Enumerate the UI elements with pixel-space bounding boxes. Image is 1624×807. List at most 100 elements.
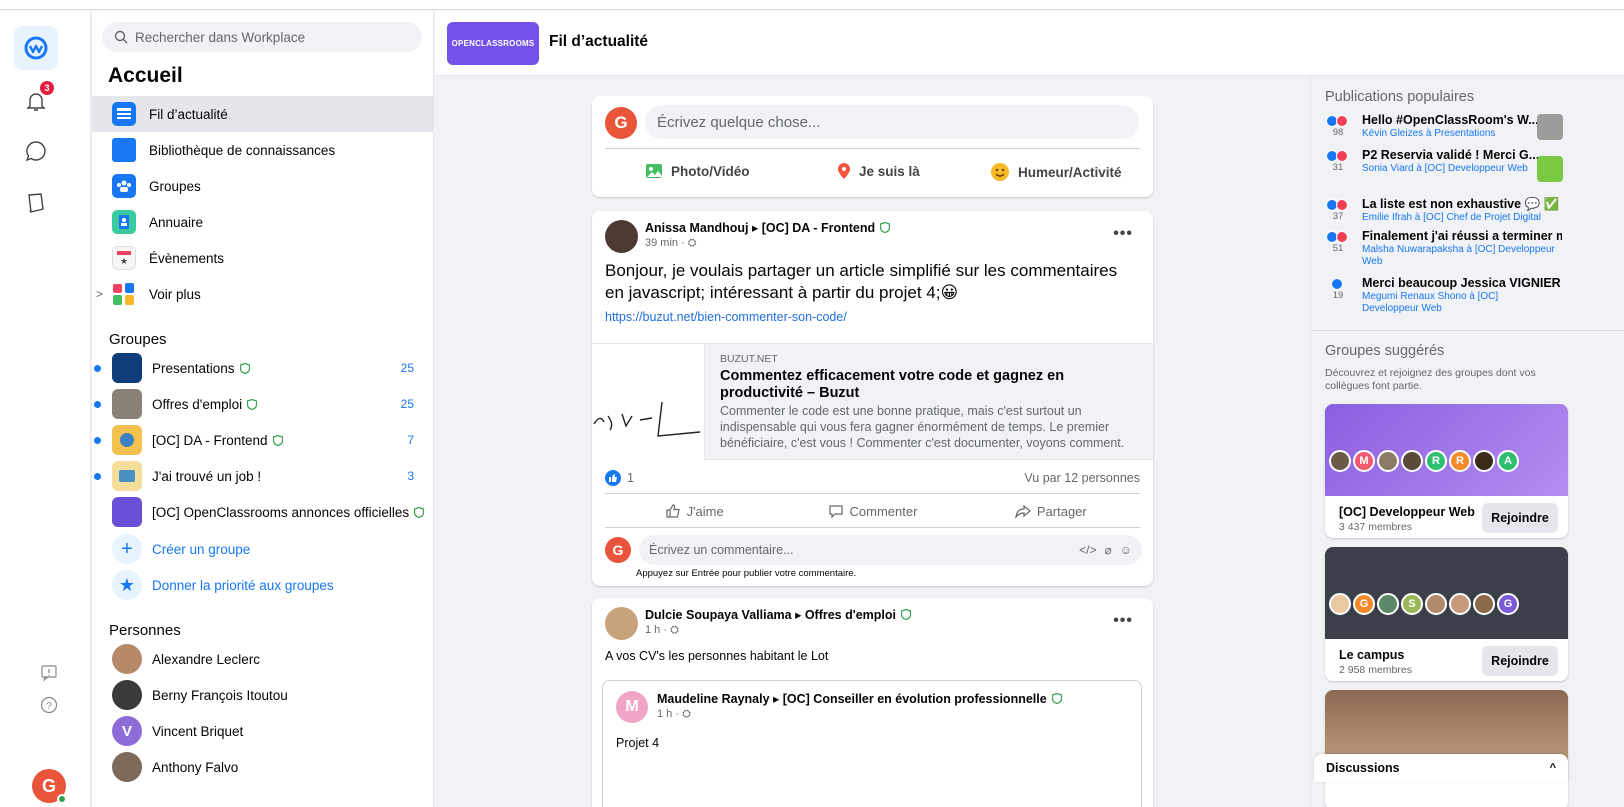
like-reaction-icon bbox=[1331, 278, 1343, 290]
shared-author-avatar[interactable]: M bbox=[616, 691, 648, 723]
suggested-group-card[interactable]: G S G Le campus 2 958 membres Rejoindre bbox=[1325, 547, 1568, 681]
member-avatar: G bbox=[1353, 593, 1375, 615]
post-text: A vos CV's les personnes habitant le Lot bbox=[605, 649, 829, 663]
reaction-summary: 51 bbox=[1325, 231, 1351, 254]
workplace-logo-icon[interactable] bbox=[14, 26, 58, 70]
groups-icon bbox=[112, 174, 136, 198]
like-button[interactable]: J'aime bbox=[605, 495, 783, 527]
post-author[interactable]: Dulcie Soupaya Valliama ▸ Offres d'emplo… bbox=[645, 607, 911, 622]
divider bbox=[605, 148, 1140, 149]
attachment-icon[interactable]: ⌀ bbox=[1105, 543, 1112, 557]
group-member-count: 3 437 membres bbox=[1339, 521, 1412, 533]
like-count[interactable]: 1 bbox=[627, 471, 634, 485]
person-item[interactable]: V Vincent Briquet bbox=[92, 713, 434, 749]
comment-button[interactable]: Commenter bbox=[783, 495, 961, 527]
chat-bubble-icon[interactable] bbox=[14, 129, 58, 173]
group-item-official-announcements[interactable]: [OC] OpenClassrooms annonces officielles bbox=[92, 494, 434, 530]
group-item-job-offers[interactable]: Offres d'emploi 25 bbox=[92, 386, 434, 422]
link-preview[interactable]: BUZUT.NET Commentez efficacement votre c… bbox=[592, 343, 1153, 461]
post-thumbnail[interactable] bbox=[1537, 114, 1563, 140]
post-time-text: 1 h · bbox=[645, 624, 671, 636]
post-author-text: Dulcie Soupaya Valliama ▸ Offres d'emplo… bbox=[645, 608, 896, 622]
reaction-summary: 37 bbox=[1325, 199, 1351, 222]
post-timestamp[interactable]: 39 min · ⛭ bbox=[645, 237, 890, 250]
person-item[interactable]: Berny François Itoutou bbox=[92, 677, 434, 713]
composer-input[interactable]: Écrivez quelque chose... bbox=[645, 105, 1139, 139]
check-in-button[interactable]: Je suis là bbox=[837, 162, 920, 180]
photo-video-button[interactable]: Photo/Vidéo bbox=[645, 162, 750, 180]
person-item[interactable]: Alexandre Leclerc bbox=[92, 641, 434, 677]
love-reaction-icon bbox=[1336, 150, 1348, 162]
shared-post-author[interactable]: Maudeline Raynaly ▸ [OC] Conseiller en é… bbox=[657, 691, 1062, 706]
shared-post[interactable]: M Maudeline Raynaly ▸ [OC] Conseiller en… bbox=[602, 680, 1142, 807]
popular-post-item[interactable]: 51 Finalement j'ai réussi a terminer m..… bbox=[1325, 229, 1569, 269]
shared-author-initial: M bbox=[625, 698, 639, 715]
post-timestamp[interactable]: 1 h · ⛭ bbox=[645, 624, 911, 637]
emoji-icon[interactable]: ☺ bbox=[1120, 543, 1132, 557]
like-reaction-icon[interactable] bbox=[605, 470, 621, 486]
link-preview-domain: BUZUT.NET bbox=[720, 353, 778, 365]
group-item-found-job[interactable]: J'ai trouvé un job ! 3 bbox=[92, 458, 434, 494]
library-book-icon bbox=[112, 138, 136, 162]
comment-input[interactable]: Écrivez un commentaire... </> ⌀ ☺ bbox=[639, 535, 1142, 565]
nav-item-directory[interactable]: Annuaire bbox=[92, 204, 434, 240]
verified-shield-icon bbox=[1051, 693, 1062, 704]
create-group-button[interactable]: + Créer un groupe bbox=[92, 531, 434, 567]
feeling-activity-button[interactable]: Humeur/Activité bbox=[990, 162, 1122, 182]
nav-item-knowledge-library[interactable]: Bibliothèque de connaissances bbox=[92, 132, 434, 168]
post-author[interactable]: Anissa Mandhouj ▸ [OC] DA - Frontend bbox=[645, 220, 891, 235]
code-icon[interactable]: </> bbox=[1079, 543, 1096, 557]
nav-item-news-feed[interactable]: Fil d’actualité bbox=[92, 96, 434, 132]
help-icon[interactable]: ? bbox=[38, 694, 60, 716]
reaction-count: 98 bbox=[1332, 127, 1344, 138]
join-group-button[interactable]: Rejoindre bbox=[1482, 646, 1558, 676]
discussions-tab[interactable]: Discussions ^ bbox=[1314, 754, 1568, 782]
author-avatar[interactable] bbox=[605, 607, 638, 640]
verified-shield-icon bbox=[880, 222, 891, 233]
popular-post-item[interactable]: 19 Merci beaucoup Jessica VIGNIER , ... … bbox=[1325, 276, 1569, 318]
search-input[interactable]: Rechercher dans Workplace bbox=[102, 22, 422, 52]
post-thumbnail[interactable] bbox=[1537, 156, 1563, 182]
more-options-icon[interactable]: ••• bbox=[1113, 612, 1133, 630]
group-label: Offres d'emploi bbox=[152, 396, 243, 412]
member-avatar bbox=[1401, 450, 1423, 472]
nav-item-groups[interactable]: Groupes bbox=[92, 168, 434, 204]
openclassrooms-logo[interactable]: OPENCLASSROOMS bbox=[447, 22, 539, 65]
my-profile-avatar[interactable]: G bbox=[32, 769, 67, 804]
popular-post-title: Hello #OpenClassRoom's W... bbox=[1362, 113, 1539, 127]
author-avatar[interactable] bbox=[605, 220, 638, 253]
feedback-icon[interactable] bbox=[38, 662, 60, 684]
shared-post-timestamp[interactable]: 1 h · ⛭ bbox=[657, 708, 1062, 721]
group-item-da-frontend[interactable]: [OC] DA - Frontend 7 bbox=[92, 422, 434, 458]
link-preview-image bbox=[592, 344, 705, 461]
unread-dot bbox=[94, 364, 101, 372]
suggested-group-card[interactable] bbox=[1325, 690, 1568, 807]
nav-item-see-more[interactable]: > Voir plus bbox=[92, 276, 434, 312]
nav-item-label: Voir plus bbox=[149, 286, 201, 302]
popular-post-item[interactable]: 31 P2 Reservia validé ! Merci G... Sonia… bbox=[1325, 148, 1569, 188]
unread-dot bbox=[94, 436, 101, 444]
post-link[interactable]: https://buzut.net/bien-commenter-son-cod… bbox=[605, 310, 847, 324]
join-group-button[interactable]: Rejoindre bbox=[1482, 503, 1558, 533]
group-item-presentations[interactable]: Presentations 25 bbox=[92, 350, 434, 386]
chevron-right-icon: > bbox=[96, 287, 104, 301]
group-member-count: 2 958 membres bbox=[1339, 664, 1412, 676]
member-avatar: R bbox=[1425, 450, 1447, 472]
post-composer: G Écrivez quelque chose... Photo/Vidéo J… bbox=[592, 96, 1153, 197]
person-item[interactable]: Anthony Falvo bbox=[92, 749, 434, 785]
suggested-group-card[interactable]: M R R A [OC] Developpeur Web 3 437 membr… bbox=[1325, 404, 1568, 538]
nav-item-events[interactable]: ★ Évènements bbox=[92, 240, 434, 276]
popular-post-item[interactable]: 98 Hello #OpenClassRoom's W... Kévin Gle… bbox=[1325, 113, 1569, 143]
notifications-bell-icon[interactable]: 3 bbox=[14, 79, 58, 123]
share-button[interactable]: Partager bbox=[962, 495, 1140, 527]
more-options-icon[interactable]: ••• bbox=[1113, 225, 1133, 243]
nav-item-label: Groupes bbox=[149, 178, 201, 194]
popular-post-item[interactable]: 37 La liste est non exhaustive 💬 ✅ 1... … bbox=[1325, 197, 1569, 225]
seen-by[interactable]: Vu par 12 personnes bbox=[1024, 471, 1140, 485]
prioritize-groups-button[interactable]: ★ Donner la priorité aux groupes bbox=[92, 567, 434, 603]
news-feed-icon bbox=[112, 102, 136, 126]
member-avatar: M bbox=[1353, 450, 1375, 472]
love-reaction-icon bbox=[1336, 115, 1348, 127]
knowledge-book-icon[interactable] bbox=[14, 181, 58, 225]
thumbs-up-icon bbox=[665, 504, 680, 518]
